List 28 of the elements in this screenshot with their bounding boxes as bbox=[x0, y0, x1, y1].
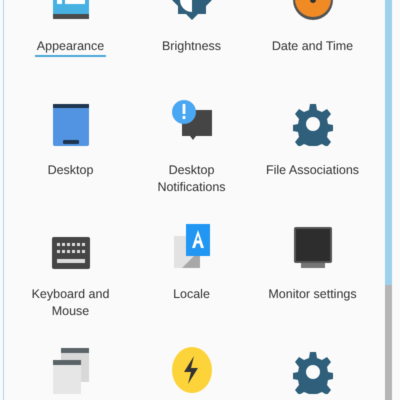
lightning-icon bbox=[170, 346, 214, 394]
settings-item[interactable]: Desktop Notifications bbox=[131, 102, 252, 226]
monitor-icon bbox=[292, 226, 332, 270]
item-label: File Associations bbox=[264, 162, 360, 179]
keyboard-icon bbox=[50, 236, 90, 270]
settings-item[interactable]: Monitor settings bbox=[252, 226, 373, 350]
item-label: Appearance bbox=[34, 38, 106, 57]
item-label: Date and Time bbox=[270, 38, 354, 55]
scrollbar-thumb[interactable] bbox=[385, 0, 392, 285]
settings-item[interactable]: Appearance bbox=[10, 0, 131, 102]
desktop-icon bbox=[50, 102, 90, 146]
locale-icon bbox=[172, 222, 212, 270]
settings-item[interactable]: File Associations bbox=[252, 102, 373, 226]
item-label: Locale bbox=[172, 286, 211, 303]
settings-item[interactable]: Brightness bbox=[131, 0, 252, 102]
windows-icon bbox=[50, 346, 90, 394]
gear-icon bbox=[292, 350, 332, 394]
item-label: Desktop Notifications bbox=[156, 162, 227, 196]
item-label: Desktop bbox=[46, 162, 94, 179]
item-label: Keyboard and Mouse bbox=[30, 286, 110, 320]
scrollbar[interactable] bbox=[385, 0, 392, 400]
settings-item[interactable]: Keyboard and Mouse bbox=[10, 226, 131, 350]
settings-item[interactable]: Date and Time bbox=[252, 0, 373, 102]
settings-item[interactable]: Locale bbox=[131, 226, 252, 350]
gear-icon bbox=[292, 102, 332, 146]
settings-item[interactable]: Desktop bbox=[10, 102, 131, 226]
item-label: Brightness bbox=[160, 38, 222, 55]
item-label: Monitor settings bbox=[267, 286, 358, 303]
